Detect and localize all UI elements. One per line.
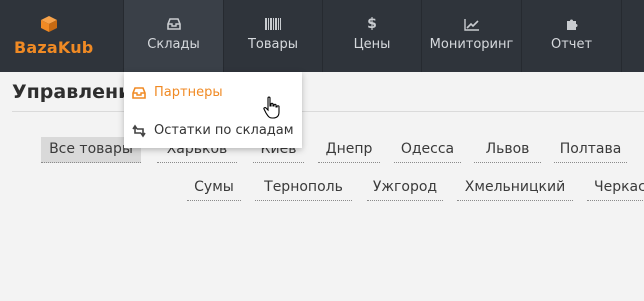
dropdown-item-label: Партнеры [154,85,223,100]
filter-chip-city[interactable]: Полтава [554,137,627,163]
inbox-icon [132,87,146,99]
nav-item-label: Мониторинг [429,37,514,52]
filter-chip-city[interactable]: Днепр [318,137,380,163]
filter-chip-city[interactable]: Хмельницкий [457,175,573,201]
warehouse-icon [124,17,223,31]
nav-item-label: Склады [147,37,200,52]
title-divider [12,111,644,112]
brand[interactable]: BazaKub [0,0,124,72]
hand-cursor-icon [263,96,280,119]
barcode-icon [224,17,322,31]
dollar-icon: $ [367,16,377,32]
dropdown-item-label: Остатки по складам [154,123,294,138]
app-root: BazaKub Склады Товары $ Цены Мониторинг … [0,0,644,301]
nav-item-warehouses[interactable]: Склады [124,0,224,72]
brand-name: BazaKub [14,38,94,57]
chart-line-icon [422,17,521,31]
nav-item-goods[interactable]: Товары [224,0,323,72]
filter-chip-city[interactable]: Тернополь [255,175,352,201]
nav-item-label: Цены [353,37,391,52]
nav-item-label: Отчет [550,37,593,52]
nav-item-monitoring[interactable]: Мониторинг [422,0,522,72]
filter-chip-city[interactable]: Одесса [394,137,461,163]
top-nav: BazaKub Склады Товары $ Цены Мониторинг … [0,0,644,72]
nav-item-report[interactable]: Отчет [522,0,622,72]
filter-chip-city[interactable]: Львов [474,137,541,163]
cube-icon [41,16,57,32]
puzzle-icon [522,17,621,31]
filter-chip-city[interactable]: Черкас [587,175,644,201]
nav-item-label: Товары [247,37,299,52]
page-title: Управлени [12,81,132,103]
retweet-icon [132,124,146,138]
nav-item-prices[interactable]: $ Цены [323,0,422,72]
filter-chip-city[interactable]: Сумы [187,175,241,201]
filter-chip-city[interactable]: Ужгород [367,175,443,201]
